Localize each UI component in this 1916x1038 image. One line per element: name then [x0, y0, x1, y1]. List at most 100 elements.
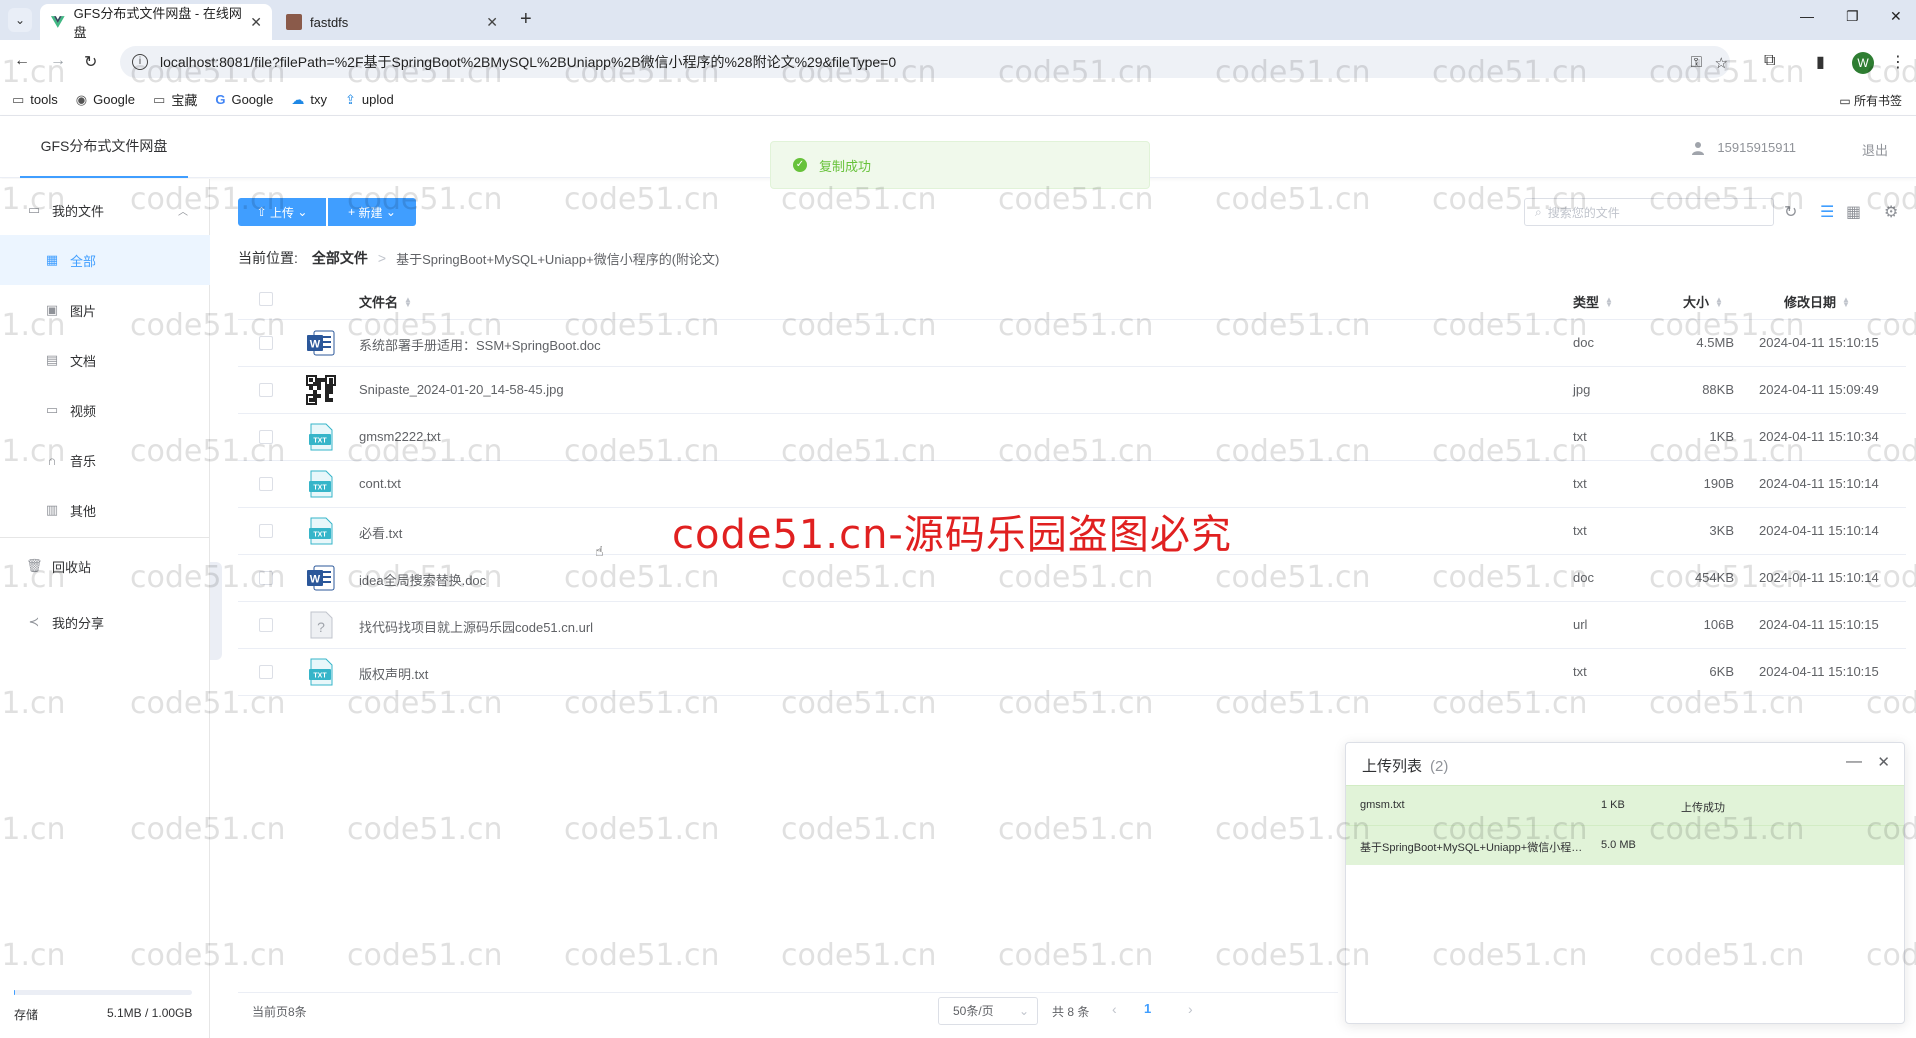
- sidebar-item-videos[interactable]: ▭ 视频: [0, 385, 210, 435]
- mouse-cursor-icon: ☝: [595, 543, 604, 559]
- back-icon[interactable]: ←: [14, 52, 30, 70]
- key-icon[interactable]: ⚿: [1691, 54, 1702, 71]
- watermark-banner: code51.cn-源码乐园盗图必究: [672, 512, 1232, 558]
- select-all-checkbox[interactable]: [259, 292, 273, 306]
- page-number[interactable]: 1: [1144, 1001, 1151, 1016]
- close-icon[interactable]: ✕: [486, 14, 498, 31]
- file-name[interactable]: 版权声明.txt: [359, 664, 428, 683]
- grid-view-icon[interactable]: ▦: [1846, 202, 1861, 222]
- close-icon[interactable]: ✕: [250, 14, 262, 31]
- txt-file-icon: TXT: [306, 422, 336, 452]
- row-checkbox[interactable]: [259, 430, 273, 444]
- window-close-icon[interactable]: ✕: [1890, 8, 1902, 25]
- table-row[interactable]: Widea全局搜索替换.doc doc 454KB 2024-04-11 15:10:…: [238, 555, 1906, 602]
- breadcrumb: 当前位置: 全部文件 > 基于SpringBoot+MySQL+Uniapp+微…: [238, 248, 719, 268]
- file-name[interactable]: 找代码找项目就上源码乐园code51.cn.url: [359, 617, 593, 636]
- sidebar-item-other[interactable]: ▥ 其他: [0, 485, 210, 535]
- menu-kebab-icon[interactable]: ⋮: [1890, 52, 1906, 72]
- file-date: 2024-04-11 15:09:49: [1759, 382, 1879, 397]
- row-checkbox[interactable]: [259, 571, 273, 585]
- sidebar-item-documents[interactable]: ▤ 文档: [0, 335, 210, 385]
- bookmark-google-2[interactable]: G Google: [215, 92, 273, 107]
- upload-item: gmsm.txt 1 KB 上传成功: [1346, 785, 1904, 825]
- logout-button[interactable]: 退出: [1862, 140, 1888, 159]
- file-size: 3KB: [1709, 523, 1734, 538]
- sidebar-collapse-handle[interactable]: [210, 562, 222, 660]
- sidepanel-icon[interactable]: ▮: [1816, 52, 1825, 72]
- folder-icon: ▭: [27, 202, 41, 217]
- browser-tab-active[interactable]: GFS分布式文件网盘 - 在线网盘 ✕: [40, 4, 272, 40]
- minimize-icon[interactable]: —: [1800, 8, 1814, 24]
- new-tab-icon[interactable]: +: [520, 8, 532, 31]
- file-name[interactable]: cont.txt: [359, 476, 401, 491]
- column-header-type[interactable]: 类型 ▲ ▼: [1573, 292, 1613, 311]
- browser-tab-inactive[interactable]: fastdfs ✕: [276, 4, 508, 40]
- bookmark-tools[interactable]: ▭ tools: [12, 92, 58, 108]
- column-header-size[interactable]: 大小 ▲ ▼: [1683, 292, 1723, 311]
- upload-item-status: 上传成功: [1681, 802, 1725, 814]
- all-bookmarks[interactable]: ▭ 所有书签: [1839, 92, 1902, 109]
- watermark-text: code51.cn: [347, 938, 503, 973]
- table-row[interactable]: ? 找代码找项目就上源码乐园code51.cn.url url 106B 2024-04…: [238, 602, 1906, 649]
- table-row[interactable]: W 系统部署手册适用：SSM+SpringBoot.doc doc 4.5MB 2024…: [238, 320, 1906, 367]
- upload-icon: ⇪: [345, 91, 356, 107]
- cloud-icon: ☁: [291, 91, 305, 107]
- column-header-name[interactable]: 文件名 ▲ ▼: [359, 292, 412, 311]
- row-checkbox[interactable]: [259, 618, 273, 632]
- bookmark-txy[interactable]: ☁ txy: [291, 92, 327, 108]
- file-name[interactable]: gmsm2222.txt: [359, 429, 441, 444]
- tab-search-button[interactable]: ⌄: [8, 8, 32, 32]
- sidebar-item-all[interactable]: ▦ 全部: [0, 235, 210, 285]
- star-icon[interactable]: ☆: [1715, 54, 1728, 72]
- row-checkbox[interactable]: [259, 477, 273, 491]
- extensions-icon[interactable]: ⧉: [1764, 52, 1775, 70]
- close-panel-icon[interactable]: ✕: [1877, 753, 1890, 771]
- forward-icon[interactable]: →: [50, 52, 66, 70]
- row-checkbox[interactable]: [259, 336, 273, 350]
- storage-value: 5.1MB / 1.00GB: [107, 1006, 193, 1020]
- file-name[interactable]: Snipaste_2024-01-20_14-58-45.jpg: [359, 382, 564, 397]
- column-header-date[interactable]: 修改日期 ▲ ▼: [1784, 292, 1850, 311]
- page-size-select[interactable]: 50条/页 ⌄: [938, 997, 1038, 1025]
- sidebar-item-music[interactable]: ∩ 音乐: [0, 435, 210, 485]
- minimize-panel-icon[interactable]: —: [1846, 753, 1862, 771]
- sidebar-my-files[interactable]: ▭ 我的文件 ︿: [0, 185, 210, 235]
- profile-avatar[interactable]: W: [1852, 52, 1874, 74]
- file-name[interactable]: idea全局搜索替换.doc: [359, 570, 486, 589]
- file-name[interactable]: 必看.txt: [359, 523, 402, 542]
- breadcrumb-root[interactable]: 全部文件: [312, 248, 368, 268]
- sidebar-my-share[interactable]: ≺ 我的分享: [0, 597, 210, 647]
- table-row[interactable]: Snipaste_2024-01-20_14-58-45.jpg jpg 88KB 2…: [238, 367, 1906, 414]
- sidebar-item-images[interactable]: ▣ 图片: [0, 285, 210, 335]
- reload-icon[interactable]: ↻: [84, 52, 97, 72]
- sidebar-recycle-bin[interactable]: 🗑 回收站: [0, 541, 210, 591]
- bookmark-treasure[interactable]: ▭ 宝藏: [153, 90, 197, 109]
- bookmark-uplod[interactable]: ⇪ uplod: [345, 92, 394, 108]
- row-checkbox[interactable]: [259, 524, 273, 538]
- site-info-icon[interactable]: i: [132, 54, 148, 70]
- app-title[interactable]: GFS分布式文件网盘: [20, 116, 188, 178]
- word-doc-icon: W: [306, 328, 336, 358]
- video-icon: ▭: [45, 402, 59, 417]
- refresh-icon[interactable]: ↻: [1784, 202, 1797, 222]
- upload-button[interactable]: ⇧ 上传 ⌄: [238, 198, 326, 226]
- new-button[interactable]: + 新建 ⌄: [328, 198, 416, 226]
- file-name[interactable]: 系统部署手册适用：SSM+SpringBoot.doc: [359, 335, 601, 354]
- table-row[interactable]: TXT cont.txt txt 190B 2024-04-11 15:10:14: [238, 461, 1906, 508]
- bookmark-google[interactable]: ◉ Google: [76, 92, 135, 108]
- user-info[interactable]: 15915915911: [1691, 140, 1796, 155]
- search-input[interactable]: ⌕ 搜索您的文件: [1524, 198, 1774, 226]
- settings-gear-icon[interactable]: ⚙: [1884, 202, 1898, 222]
- next-page-icon[interactable]: ›: [1188, 1001, 1193, 1017]
- restore-icon[interactable]: ❐: [1846, 8, 1859, 25]
- table-header: 文件名 ▲ ▼ 类型 ▲ ▼ 大小 ▲ ▼ 修改日期 ▲ ▼: [238, 280, 1906, 320]
- svg-text:TXT: TXT: [313, 673, 327, 680]
- url-field[interactable]: i localhost:8081/file?filePath=%2F基于Spri…: [120, 46, 1730, 78]
- table-row[interactable]: TXT 版权声明.txt txt 6KB 2024-04-11 15:10:15: [238, 649, 1906, 696]
- list-view-icon[interactable]: ☰: [1820, 202, 1834, 222]
- row-checkbox[interactable]: [259, 383, 273, 397]
- sort-icon: ▲ ▼: [1842, 294, 1850, 309]
- table-row[interactable]: TXT gmsm2222.txt txt 1KB 2024-04-11 15:10:34: [238, 414, 1906, 461]
- row-checkbox[interactable]: [259, 665, 273, 679]
- prev-page-icon[interactable]: ‹: [1112, 1001, 1117, 1017]
